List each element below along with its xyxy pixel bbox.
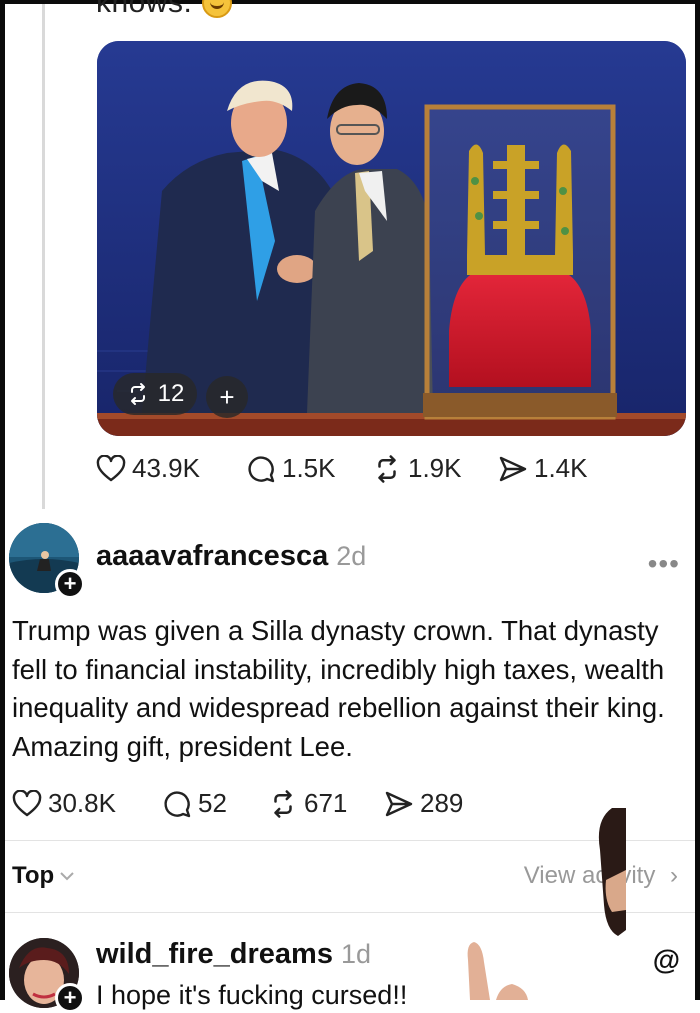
like-button[interactable]: 43.9K bbox=[96, 453, 246, 484]
reply-time: 1d bbox=[340, 939, 371, 969]
post-time: 2d bbox=[336, 541, 367, 571]
repost-count: 1.9K bbox=[408, 453, 462, 483]
username-text[interactable]: wild_fire_dreams bbox=[96, 938, 333, 970]
heart-icon bbox=[96, 454, 126, 481]
reply-count: 52 bbox=[198, 788, 227, 818]
follow-button[interactable]: + bbox=[55, 983, 85, 1013]
left-border bbox=[0, 0, 5, 1000]
heart-icon bbox=[12, 789, 42, 816]
grinning-sweat-emoji-icon bbox=[202, 0, 232, 18]
share-count: 1.4K bbox=[534, 453, 588, 483]
share-icon bbox=[385, 791, 413, 816]
post-text: Trump was given a Silla dynasty crown. T… bbox=[12, 615, 665, 762]
image-add-button[interactable]: + bbox=[206, 376, 248, 418]
image-repost-count: 12 bbox=[157, 380, 185, 407]
view-activity-label: View activity bbox=[523, 862, 656, 889]
like-count: 30.8K bbox=[48, 788, 116, 818]
image-repost-badge[interactable]: 12 bbox=[113, 373, 197, 415]
repost-icon bbox=[274, 789, 292, 818]
thread-connector-line bbox=[42, 4, 45, 509]
share-icon bbox=[499, 456, 527, 481]
share-button[interactable]: 1.4K bbox=[498, 453, 588, 484]
repost-count: 671 bbox=[304, 788, 348, 818]
previous-post-text: knows. bbox=[96, 0, 193, 19]
threads-logo-icon: @ bbox=[652, 944, 680, 975]
reply-count: 1.5K bbox=[282, 453, 336, 483]
share-count: 289 bbox=[420, 788, 464, 818]
share-button[interactable]: 289 bbox=[384, 788, 463, 819]
repost-button[interactable]: 671 bbox=[268, 788, 384, 819]
post-author[interactable]: aaaavafrancesca 2d bbox=[96, 540, 366, 573]
repost-button[interactable]: 1.9K bbox=[372, 453, 498, 484]
main-post-actions: 30.8K 52 671 289 bbox=[12, 788, 463, 819]
username-text[interactable]: aaaavafrancesca bbox=[96, 540, 328, 572]
reply-button[interactable]: 1.5K bbox=[246, 453, 372, 484]
more-options-icon[interactable]: ••• bbox=[648, 548, 680, 580]
divider bbox=[5, 840, 695, 841]
reply-button[interactable]: 52 bbox=[162, 788, 268, 819]
follow-button[interactable]: + bbox=[55, 569, 85, 599]
previous-post-actions: 43.9K 1.5K 1.9K 1.4K bbox=[96, 453, 588, 484]
sort-dropdown[interactable]: Top bbox=[12, 862, 74, 890]
comment-icon bbox=[248, 455, 275, 482]
like-count: 43.9K bbox=[132, 453, 200, 483]
divider bbox=[5, 912, 695, 913]
repost-icon bbox=[378, 454, 396, 483]
chevron-down-icon bbox=[60, 872, 74, 881]
like-button[interactable]: 30.8K bbox=[12, 788, 162, 819]
repost-icon bbox=[130, 383, 145, 405]
right-border bbox=[695, 0, 700, 1000]
reply-author[interactable]: wild_fire_dreams 1d bbox=[96, 938, 371, 971]
comment-icon bbox=[164, 790, 191, 817]
view-activity-link[interactable]: View activity › bbox=[524, 862, 678, 890]
sort-label: Top bbox=[12, 862, 55, 889]
chevron-right-icon: › bbox=[670, 862, 678, 889]
reply-text: I hope it's fucking cursed!! bbox=[96, 980, 408, 1010]
